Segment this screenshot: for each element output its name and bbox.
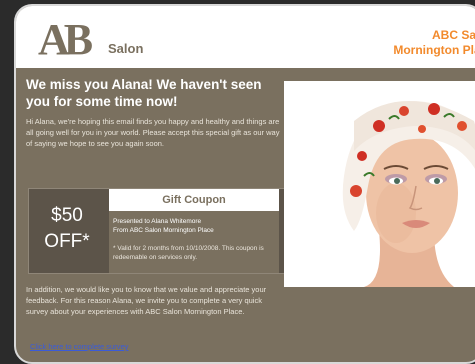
salon-location: Mornington Place <box>393 43 475 57</box>
coupon-validity: * Valid for 2 months from 10/10/2008. Th… <box>113 245 264 261</box>
salon-logo: AB Salon <box>38 14 168 64</box>
model-photo <box>284 81 475 287</box>
logo-letters: AB <box>38 15 93 64</box>
coupon-recipient: Presented to Alana Whitemore From ABC Sa… <box>113 217 214 235</box>
coupon-details: Gift Coupon Presented to Alana Whitemore… <box>109 189 279 273</box>
coupon-presented-to: Presented to Alana Whitemore <box>113 218 202 225</box>
coupon-amount: $50 OFF* <box>37 203 97 255</box>
gift-coupon: $50 OFF* Gift Coupon Presented to Alana … <box>28 188 286 274</box>
email-body: We miss you Alana! We haven't seen you f… <box>26 76 281 149</box>
email-intro: Hi Alana, we're hoping this email finds … <box>26 117 280 148</box>
coupon-title: Gift Coupon <box>109 189 279 211</box>
woman-headscarf-image <box>284 81 475 287</box>
email-header: AB Salon ABC Salon Mornington Place <box>16 6 475 68</box>
survey-invitation: In addition, we would like you to know t… <box>26 285 267 316</box>
email-window: AB Salon ABC Salon Mornington Place We m… <box>14 4 475 364</box>
coupon-from: From ABC Salon Mornington Place <box>113 227 214 234</box>
logo-word: Salon <box>108 41 144 56</box>
survey-link[interactable]: Click here to complete survey <box>30 342 128 351</box>
email-headline: We miss you Alana! We haven't seen you f… <box>26 77 262 109</box>
coupon-off: OFF* <box>44 231 90 252</box>
coupon-value: $50 <box>51 205 83 226</box>
salon-identity: ABC Salon Mornington Place <box>393 28 475 58</box>
salon-name: ABC Salon <box>431 28 475 42</box>
